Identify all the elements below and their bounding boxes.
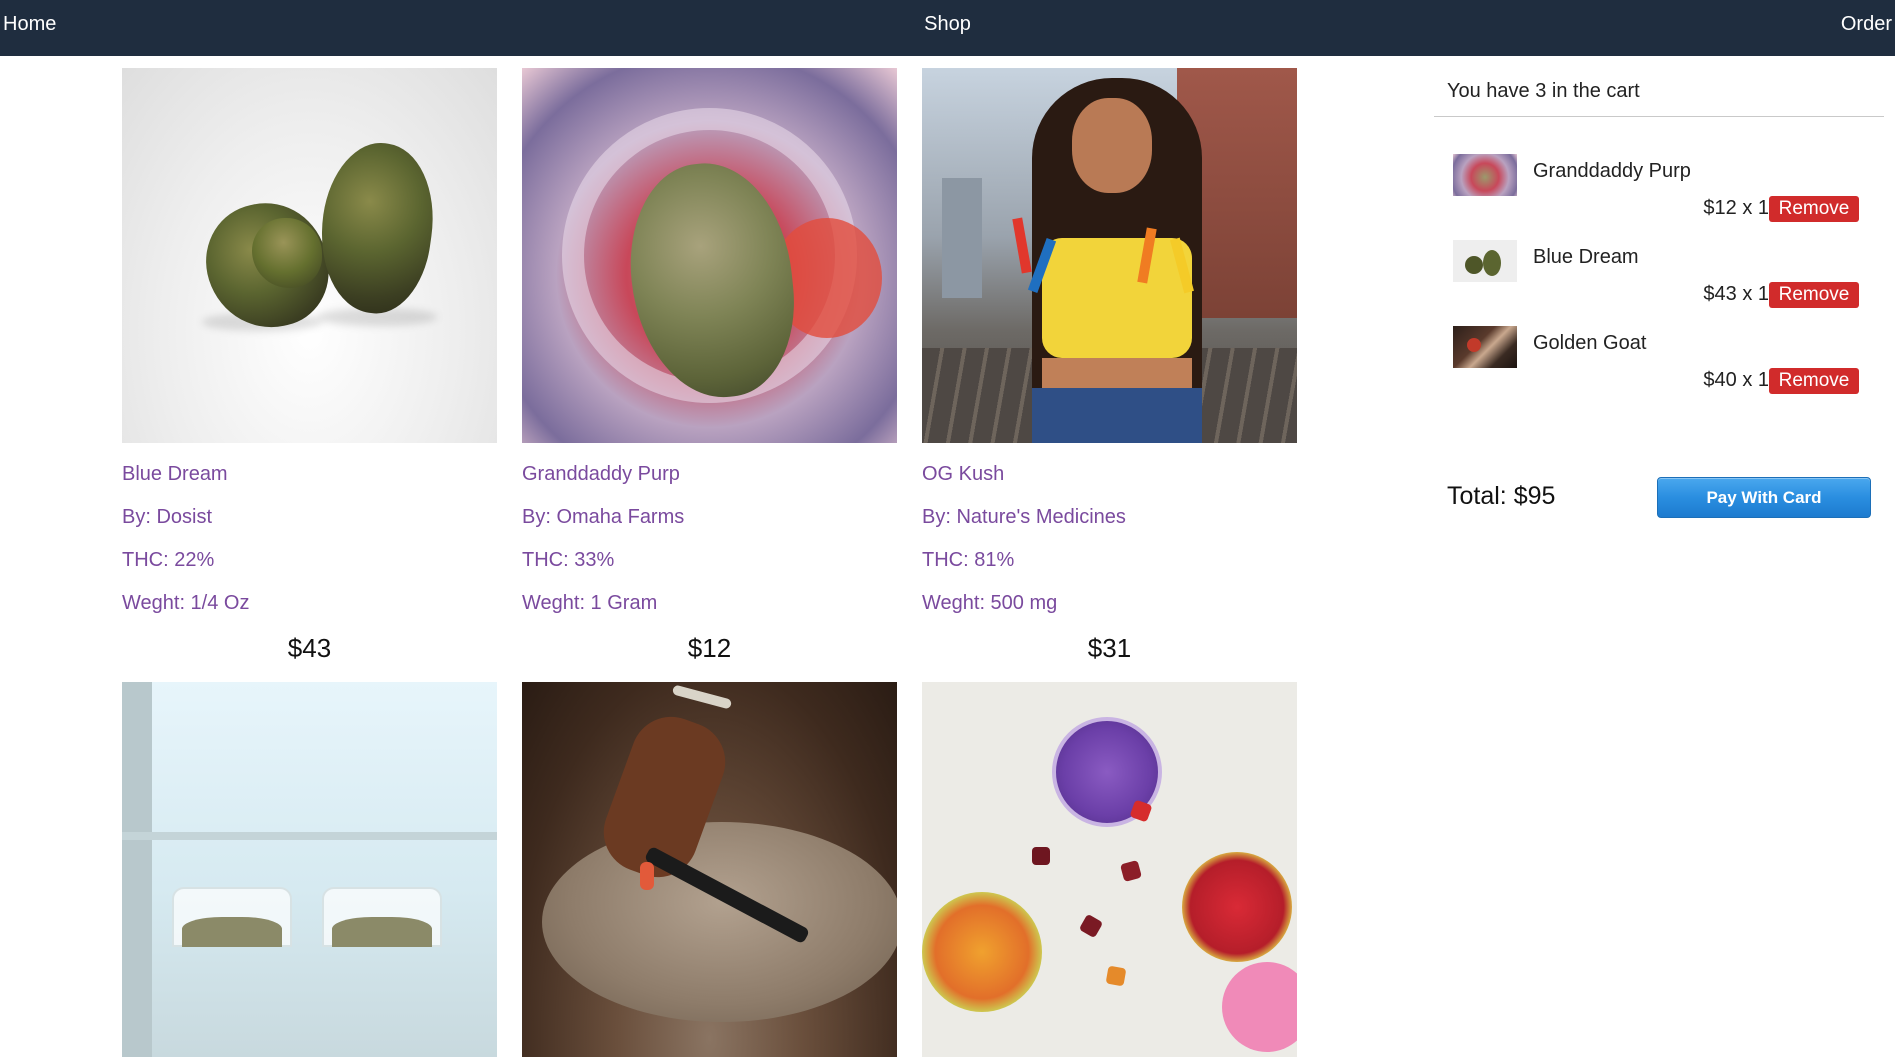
cart-count-text: You have 3 in the cart <box>1434 68 1884 117</box>
glass-jars-photo[interactable] <box>122 682 497 1057</box>
product-grid: Blue Dream By: Dosist THC: 22% Weght: 1/… <box>122 68 1298 1057</box>
product-brand: By: Omaha Farms <box>522 506 685 528</box>
cart-item: Golden Goat $40 x 1 Remove <box>1434 326 1884 412</box>
product-card <box>522 682 897 1057</box>
cannabis-jar-thumbnail <box>1453 154 1517 196</box>
golden-goat-thumbnail <box>1453 326 1517 368</box>
cart-item-qty: $43 x 1 <box>1703 283 1769 305</box>
gummies-tins-photo[interactable] <box>922 682 1297 1057</box>
product-weight: Weght: 500 mg <box>922 592 1058 614</box>
product-card: Blue Dream By: Dosist THC: 22% Weght: 1/… <box>122 68 497 670</box>
remove-button[interactable]: Remove <box>1769 196 1859 222</box>
cart-item-qty: $40 x 1 <box>1703 369 1769 391</box>
pay-with-card-button[interactable]: Pay With Card <box>1657 477 1871 518</box>
cart-item-list: Granddaddy Purp $12 x 1 Remove Blue Drea… <box>1434 117 1884 412</box>
cart-item: Granddaddy Purp $12 x 1 Remove <box>1434 154 1884 240</box>
product-price: $31 <box>1087 633 1132 663</box>
top-navbar: Home Shop Order <box>0 0 1895 56</box>
cart-item-qty: $12 x 1 <box>1703 197 1769 219</box>
nav-order-link[interactable]: Order <box>1841 13 1892 36</box>
cannabis-bud-thumbnail <box>1453 240 1517 282</box>
product-weight: Weght: 1/4 Oz <box>122 592 250 614</box>
nav-home-link[interactable]: Home <box>3 13 56 36</box>
cart-item-name: Golden Goat <box>1533 332 1647 354</box>
cannabis-bud-photo[interactable] <box>122 68 497 443</box>
product-weight: Weght: 1 Gram <box>522 592 658 614</box>
product-price: $12 <box>687 633 732 663</box>
product-thc: THC: 22% <box>122 549 215 571</box>
cart-item-name: Granddaddy Purp <box>1533 160 1691 182</box>
product-card <box>922 682 1297 1057</box>
product-name[interactable]: OG Kush <box>922 461 1297 504</box>
cannabis-jar-photo[interactable] <box>522 68 897 443</box>
product-card: Granddaddy Purp By: Omaha Farms THC: 33%… <box>522 68 897 670</box>
cart-panel: You have 3 in the cart Granddaddy Purp $… <box>1434 68 1884 548</box>
remove-button[interactable]: Remove <box>1769 282 1859 308</box>
nav-shop-link[interactable]: Shop <box>924 13 971 36</box>
product-name[interactable]: Granddaddy Purp <box>522 461 897 504</box>
product-card <box>122 682 497 1057</box>
product-name[interactable]: Blue Dream <box>122 461 497 504</box>
cart-item: Blue Dream $43 x 1 Remove <box>1434 240 1884 326</box>
product-brand: By: Dosist <box>122 506 213 528</box>
cart-item-name: Blue Dream <box>1533 246 1639 268</box>
product-thc: THC: 33% <box>522 549 615 571</box>
hand-with-vape-pen-photo[interactable] <box>522 682 897 1057</box>
woman-with-vape-pens-photo[interactable] <box>922 68 1297 443</box>
product-price: $43 <box>287 633 332 663</box>
product-brand: By: Nature's Medicines <box>922 506 1126 528</box>
remove-button[interactable]: Remove <box>1769 368 1859 394</box>
product-card: OG Kush By: Nature's Medicines THC: 81% … <box>922 68 1297 670</box>
cart-total: Total: $95 <box>1447 482 1556 510</box>
product-thc: THC: 81% <box>922 549 1015 571</box>
